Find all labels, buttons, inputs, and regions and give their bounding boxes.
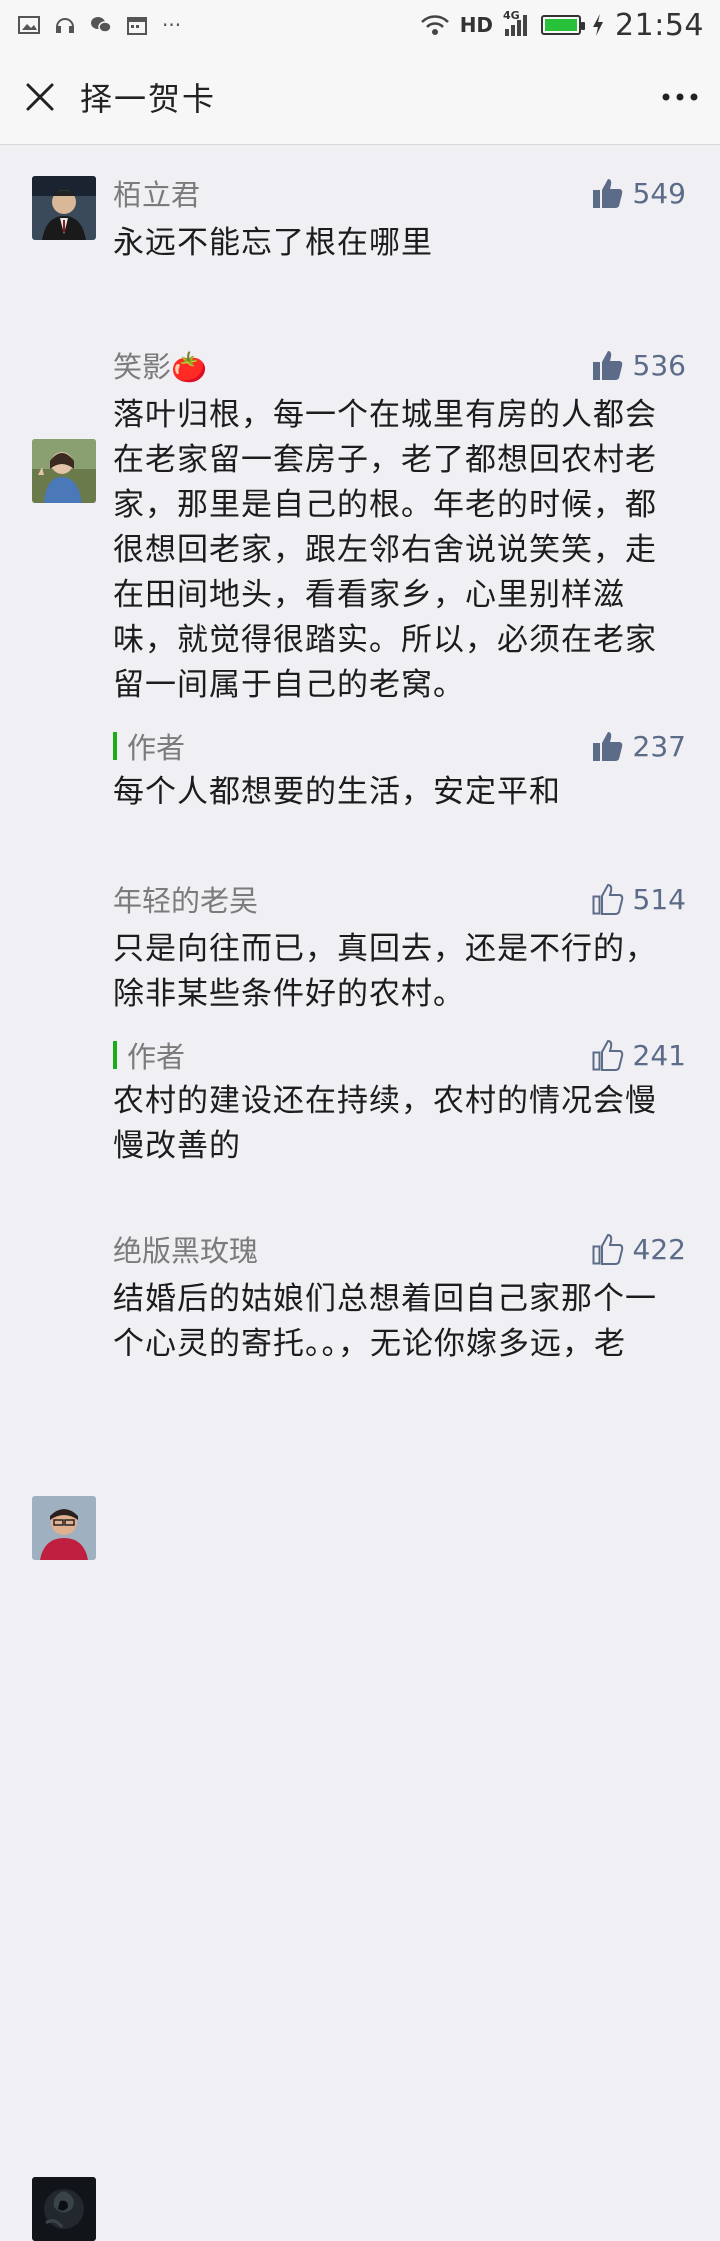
reply-text: 农村的建设还在持续，农村的情况会慢慢改善的 [113,1083,657,1164]
calendar-icon [127,17,147,35]
comment-nickname[interactable]: 栢立君 [113,172,200,214]
comment-item: 栢立君 549 永远不能忘了根在哪里 [0,145,720,266]
headset-icon [56,18,74,33]
like-button[interactable]: 536 [591,348,686,382]
status-bar: ··· HD 4G 21:54 [0,0,720,50]
author-reply: 作者 241 农村的建设还在持续，农村的情况会慢慢改善的 [113,1031,686,1169]
charging-icon [593,14,604,36]
author-label: 作者 [127,1040,186,1074]
signal-type-label: 4G [503,9,520,22]
gallery-icon [18,16,40,34]
author-tag: 作者 [113,725,185,767]
like-button[interactable]: 241 [591,1038,686,1072]
comment-text: 永远不能忘了根在哪里 [113,225,433,261]
more-notifications-icon: ··· [162,13,182,37]
like-count: 549 [632,176,686,210]
thumbs-up-filled-icon [592,351,622,380]
author-bar [113,732,117,760]
author-tag: 作者 [113,1034,185,1076]
like-button[interactable]: 514 [591,882,686,916]
avatar[interactable] [32,439,96,503]
like-count: 422 [632,1232,686,1266]
avatar[interactable] [32,1496,96,1560]
more-button[interactable] [640,50,720,144]
thumbs-up-outline-icon [592,883,623,915]
wifi-icon [420,15,449,35]
comment-nickname[interactable]: 年轻的老吴 [113,878,258,920]
author-label: 作者 [127,731,186,765]
thumbs-up-outline-icon [592,1039,623,1071]
like-button[interactable]: 237 [591,729,686,763]
comment-item: 绝版黑玫瑰 422 结婚后的姑娘们总想着回自己家那个一个心灵的寄托。。，无论你嫁… [0,1169,720,2241]
clock: 21:54 [615,7,704,43]
comment-nickname[interactable]: 绝版黑玫瑰 [113,1228,258,1270]
close-button[interactable] [0,50,80,144]
comment-item: 年轻的老吴 514 只是向往而已，真回去，还是不行的，除非某些条件好的农村。 作… [0,815,720,1560]
like-count: 237 [632,729,686,763]
thumbs-up-outline-icon [592,1233,623,1265]
wechat-icon [91,17,112,33]
network-hd-label: HD [459,13,494,37]
avatar[interactable] [32,176,96,240]
thumbs-up-filled-icon [592,179,622,208]
title-bar: 择一贺卡 [0,50,720,145]
page-title: 择一贺卡 [80,80,217,118]
more-icon [662,93,698,101]
comment-item: 笑影🍅 536 落叶归根，每一个在城里有房的人都会在老家留一套房子，老了都想回农… [0,266,720,815]
thumbs-up-filled-icon [592,732,622,761]
avatar[interactable] [32,2177,96,2241]
comment-list: 栢立君 549 永远不能忘了根在哪里 笑影🍅 536 落叶归根，每一个在城里有房… [0,145,720,2241]
battery-icon [541,15,586,35]
close-icon [26,83,54,111]
like-button[interactable]: 422 [591,1232,686,1266]
comment-text: 落叶归根，每一个在城里有房的人都会在老家留一套房子，老了都想回农村老家，那里是自… [113,397,657,703]
signal-icon: 4G [503,9,531,37]
like-count: 536 [632,348,686,382]
comment-text: 只是向往而已，真回去，还是不行的，除非某些条件好的农村。 [113,931,657,1012]
like-button[interactable]: 549 [591,176,686,210]
author-bar [113,1041,117,1069]
author-reply: 作者 237 每个人都想要的生活，安定平和 [113,722,686,815]
like-count: 514 [632,882,686,916]
reply-text: 每个人都想要的生活，安定平和 [113,774,561,810]
like-count: 241 [632,1038,686,1072]
comment-nickname[interactable]: 笑影🍅 [113,344,207,386]
comment-text: 结婚后的姑娘们总想着回自己家那个一个心灵的寄托。。，无论你嫁多远，老 [113,1281,657,1362]
